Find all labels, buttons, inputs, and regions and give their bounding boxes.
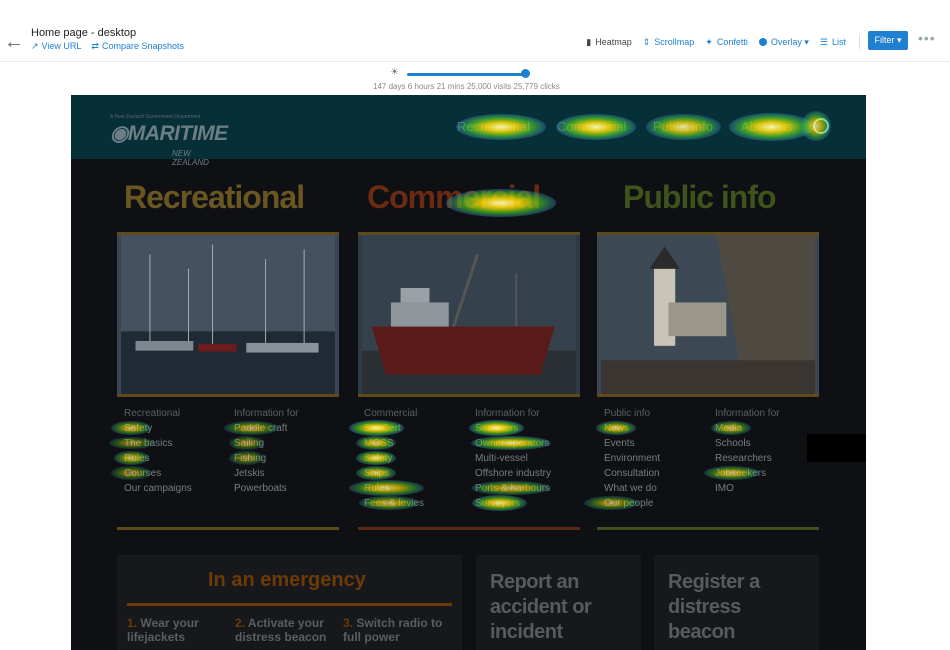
compare-snapshots-link[interactable]: ⇄ Compare Snapshots xyxy=(91,41,184,52)
list-item[interactable]: Powerboats xyxy=(234,483,287,494)
filter-button[interactable]: Filter ▾ xyxy=(868,31,908,50)
list-item[interactable]: Owner operators xyxy=(475,438,549,449)
list-heading: Information for xyxy=(715,408,780,419)
list-item[interactable]: The basics xyxy=(124,438,172,449)
list-item[interactable]: Safety xyxy=(124,423,152,434)
col-title-commercial[interactable]: Commercial xyxy=(367,179,541,216)
scrollmap-button[interactable]: ⇕ Scrollmap xyxy=(643,37,695,48)
brightness-icon: ☀ xyxy=(390,67,399,78)
slider-handle[interactable] xyxy=(521,69,530,78)
page-title: Home page - desktop xyxy=(31,27,137,39)
emergency-title: In an emergency xyxy=(208,569,366,591)
list-heading: Recreational xyxy=(124,408,181,419)
list-item[interactable]: Ports & harbours xyxy=(475,483,550,494)
list-item[interactable]: Environment xyxy=(604,453,660,464)
photo-ship[interactable] xyxy=(358,232,580,397)
ship-image xyxy=(362,235,576,394)
thermometer-icon: ▮ xyxy=(586,36,592,47)
photo-marina[interactable] xyxy=(117,232,339,397)
snapshot-stats: 147 days 6 hours 21 mins 25,000 visits 2… xyxy=(373,82,560,91)
list-item[interactable]: What we do xyxy=(604,483,657,494)
nav-about-us[interactable]: About us xyxy=(741,119,792,134)
heatmap-button[interactable]: ▮ Heatmap xyxy=(586,37,631,48)
search-icon[interactable] xyxy=(813,118,829,134)
list-item[interactable]: Media xyxy=(715,423,742,434)
heatmap-snapshot: A New Zealand Government Department ◉MAR… xyxy=(71,95,866,650)
overlay-icon xyxy=(758,37,767,46)
list-item[interactable]: Courses xyxy=(124,468,161,479)
site-logo[interactable]: A New Zealand Government Department ◉MAR… xyxy=(110,114,228,167)
list-heading: Public info xyxy=(604,408,651,419)
col-title-public-info[interactable]: Public info xyxy=(623,179,777,216)
list-item[interactable]: Safety xyxy=(364,453,392,464)
slider-track[interactable] xyxy=(407,73,527,76)
col-title-recreational[interactable]: Recreational xyxy=(124,179,305,216)
list-item[interactable]: IMO xyxy=(715,483,734,494)
lighthouse-image xyxy=(601,235,815,394)
list-item[interactable]: Sailing xyxy=(234,438,264,449)
list-item[interactable]: Seafarers xyxy=(475,423,518,434)
nav-commercial[interactable]: Commercial xyxy=(557,119,626,134)
list-item[interactable]: Multi-vessel xyxy=(475,453,528,464)
caret-down-icon: ▾ xyxy=(801,36,809,47)
divider xyxy=(597,527,819,530)
list-icon: ☰ xyxy=(819,36,828,47)
list-item[interactable]: Events xyxy=(604,438,635,449)
toolbar: ← Home page - desktop ↗ View URL ⇄ Compare… xyxy=(0,0,950,62)
overlay-button[interactable]: Overlay ▾ xyxy=(758,36,809,48)
more-dots-icon[interactable]: ••• xyxy=(918,30,936,46)
list-item[interactable]: Jobseekers xyxy=(715,468,766,479)
list-button[interactable]: ☰ List xyxy=(820,37,846,48)
list-item[interactable]: Researchers xyxy=(715,453,772,464)
confetti-icon: ✦ xyxy=(705,36,713,47)
list-item[interactable]: Rules xyxy=(124,453,150,464)
marina-image xyxy=(121,235,335,394)
nav-recreational[interactable]: Recreational xyxy=(457,119,530,134)
list-heading: Information for xyxy=(234,408,299,419)
divider xyxy=(127,603,452,606)
time-slider[interactable]: ☀ xyxy=(390,67,540,80)
list-item[interactable]: Fees & levies xyxy=(364,498,424,509)
photo-lighthouse[interactable] xyxy=(597,232,819,397)
external-link-icon: ↗ xyxy=(31,41,39,51)
divider xyxy=(358,527,580,530)
report-card-title[interactable]: Report an accident or incident xyxy=(490,570,630,645)
emergency-step: 2. Activate your distress beacon xyxy=(235,616,327,644)
redacted-block xyxy=(807,434,866,462)
globe-icon: ◉ xyxy=(110,122,128,145)
list-item[interactable]: Offshore industry xyxy=(475,468,551,479)
list-heading: Commercial xyxy=(364,408,418,419)
list-item[interactable]: Schools xyxy=(715,438,751,449)
list-item[interactable]: News xyxy=(604,423,629,434)
list-item[interactable]: Our people xyxy=(604,498,653,509)
list-item[interactable]: Jetskis xyxy=(234,468,265,479)
register-card-title[interactable]: Register a distress beacon xyxy=(668,570,808,645)
emergency-step: 3. Switch radio to full power xyxy=(343,616,443,644)
shuffle-icon: ⇄ xyxy=(91,41,99,51)
list-item[interactable]: MOSS xyxy=(364,438,393,449)
divider xyxy=(117,527,339,530)
list-item[interactable]: Rules xyxy=(364,483,390,494)
list-heading: Information for xyxy=(475,408,540,419)
list-item[interactable]: Our campaigns xyxy=(124,483,192,494)
confetti-button[interactable]: ✦ Confetti xyxy=(705,37,748,48)
scroll-icon: ⇕ xyxy=(642,36,651,47)
list-item[interactable]: SeaCert xyxy=(364,423,401,434)
list-item[interactable]: Paddle craft xyxy=(234,423,287,434)
list-item[interactable]: Fishing xyxy=(234,453,266,464)
list-item[interactable]: Ships xyxy=(364,468,389,479)
list-item[interactable]: Surveyors xyxy=(475,498,520,509)
nav-public-info[interactable]: Public info xyxy=(653,119,713,134)
divider xyxy=(859,35,860,49)
view-url-link[interactable]: ↗ View URL xyxy=(31,41,81,52)
back-arrow-icon[interactable]: ← xyxy=(4,32,24,52)
list-item[interactable]: Consultation xyxy=(604,468,660,479)
emergency-step: 1. Wear your lifejackets xyxy=(127,616,199,644)
